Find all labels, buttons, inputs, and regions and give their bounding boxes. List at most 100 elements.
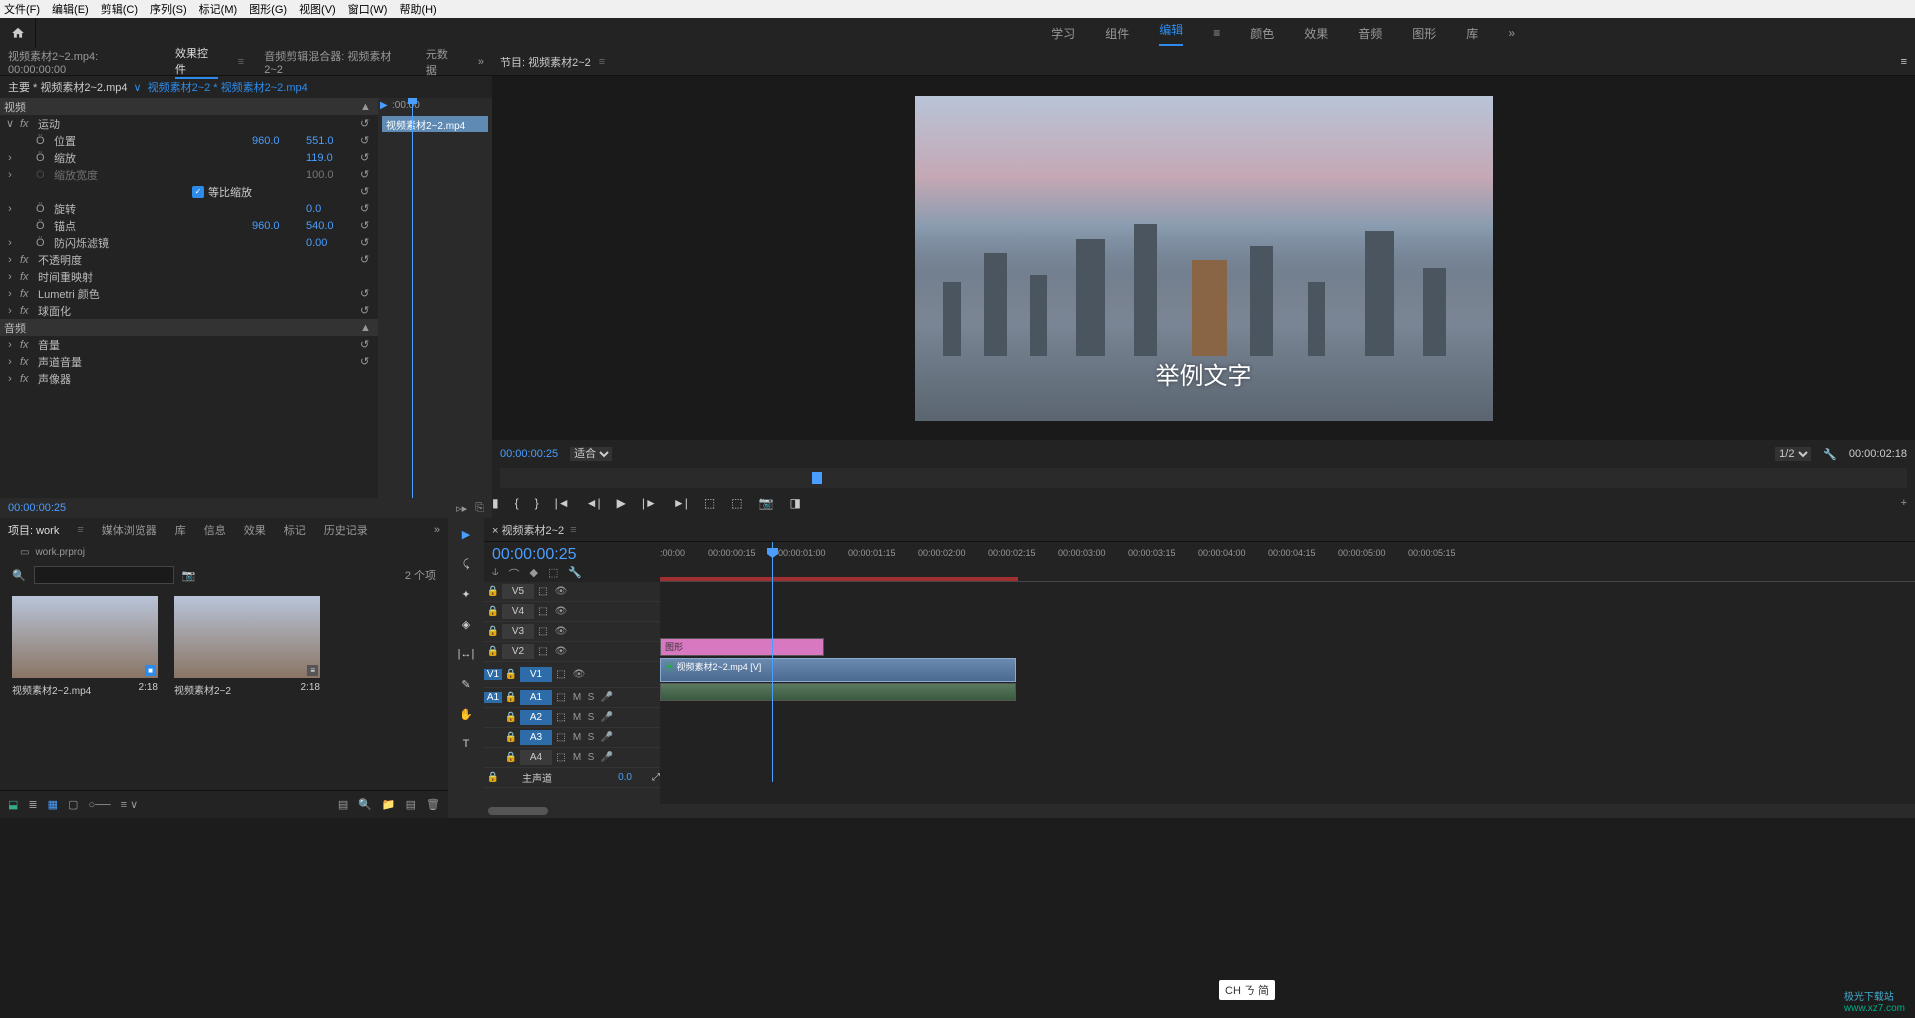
workspace-learning[interactable]: 学习: [1051, 25, 1075, 42]
timeline-sequence-tab[interactable]: × 视频素材2~2: [492, 522, 564, 538]
step-forward-icon[interactable]: |►: [642, 496, 657, 510]
timeline-ruler[interactable]: :00:00 00:00:00:15 00:00:01:00 00:00:01:…: [660, 542, 1915, 582]
channel-volume-row[interactable]: ›fx 声道音量 ↺: [0, 353, 378, 370]
effect-controls-timeline[interactable]: ▶ :00:00 视频素材2~2.mp4: [378, 98, 492, 498]
clip-audio[interactable]: [660, 683, 1016, 701]
find-icon[interactable]: 🔍: [358, 798, 372, 811]
auto-sequence-icon[interactable]: ▤: [338, 798, 348, 811]
tab-source[interactable]: 视频素材2~2.mp4: 00:00:00:00: [8, 48, 155, 76]
tab-audio-mixer[interactable]: 音频剪辑混合器: 视频素材2~2: [264, 48, 406, 76]
ef-timeline-clip[interactable]: 视频素材2~2.mp4: [382, 116, 488, 132]
uniform-scale-checkbox[interactable]: ✓: [192, 186, 204, 198]
workspace-assembly[interactable]: 组件: [1105, 25, 1129, 42]
track-v2[interactable]: 🔒V2⬚👁: [484, 642, 660, 662]
clip-video[interactable]: ▣ 视频素材2~2.mp4 [V]: [660, 658, 1016, 682]
compare-icon[interactable]: ◨: [790, 496, 801, 510]
anchor-property[interactable]: Ö 锚点 960.0 540.0 ↺: [0, 217, 378, 234]
time-remap-row[interactable]: ›fx 时间重映射: [0, 268, 378, 285]
freeform-icon[interactable]: ▢: [68, 798, 78, 811]
razor-tool-icon[interactable]: ◈: [456, 614, 476, 634]
panel-overflow-icon[interactable]: »: [478, 56, 484, 68]
program-timecode[interactable]: 00:00:00:25: [500, 448, 558, 460]
project-item[interactable]: ≡ 视频素材2~22:18: [174, 596, 320, 697]
type-tool-icon[interactable]: T: [456, 734, 476, 754]
workspace-libraries[interactable]: 库: [1466, 25, 1478, 42]
new-item-icon[interactable]: ▤: [406, 798, 416, 811]
track-v4[interactable]: 🔒V4⬚👁: [484, 602, 660, 622]
project-item[interactable]: ■ 视频素材2~2.mp42:18: [12, 596, 158, 697]
mark-clip-icon[interactable]: }: [535, 496, 539, 510]
tab-info[interactable]: 信息: [204, 522, 226, 538]
menu-edit[interactable]: 编辑(E): [52, 1, 89, 17]
timeline-clip-area[interactable]: 图形 ▣ 视频素材2~2.mp4 [V]: [660, 582, 1915, 804]
volume-row[interactable]: ›fx 音量 ↺: [0, 336, 378, 353]
timeline-timecode[interactable]: 00:00:00:25: [492, 546, 652, 564]
position-property[interactable]: Ö 位置 960.0 551.0 ↺: [0, 132, 378, 149]
link-icon[interactable]: ⌒: [509, 566, 520, 582]
panner-row[interactable]: ›fx 声像器: [0, 370, 378, 387]
menu-graphics[interactable]: 图形(G): [249, 1, 287, 17]
program-tab[interactable]: 节目: 视频素材2~2: [500, 54, 591, 70]
ime-badge[interactable]: CH ㄋ 简: [1219, 980, 1275, 1000]
go-to-in-icon[interactable]: |◄: [555, 496, 570, 510]
zoom-slider-icon[interactable]: ○──: [88, 799, 110, 811]
program-scrubber[interactable]: [500, 468, 1907, 488]
menu-sequence[interactable]: 序列(S): [150, 1, 187, 17]
camera-icon[interactable]: 📷: [759, 496, 774, 510]
workspace-color[interactable]: 颜色: [1250, 25, 1274, 42]
track-a3[interactable]: 🔒A3⬚MS🎤: [484, 728, 660, 748]
workspace-editing[interactable]: 编辑: [1159, 21, 1183, 46]
project-overflow-icon[interactable]: »: [434, 524, 440, 536]
tab-history[interactable]: 历史记录: [324, 522, 368, 538]
pen-tool-icon[interactable]: ✎: [456, 674, 476, 694]
track-v5[interactable]: 🔒V5⬚👁: [484, 582, 660, 602]
track-v3[interactable]: 🔒V3⬚👁: [484, 622, 660, 642]
track-master[interactable]: 🔒主声道0.0⤢: [484, 768, 660, 788]
tab-metadata[interactable]: 元数据: [426, 46, 458, 78]
workspace-effects[interactable]: 效果: [1304, 25, 1328, 42]
hand-tool-icon[interactable]: ✋: [456, 704, 476, 724]
menu-view[interactable]: 视图(V): [299, 1, 336, 17]
menu-clip[interactable]: 剪辑(C): [101, 1, 138, 17]
ripple-tool-icon[interactable]: ✦: [456, 584, 476, 604]
write-lock-icon[interactable]: ⬓: [8, 798, 18, 811]
home-button[interactable]: [0, 18, 36, 48]
lumetri-row[interactable]: ›fx Lumetri 颜色 ↺: [0, 285, 378, 302]
tab-project[interactable]: 项目: work: [8, 522, 59, 538]
track-a1[interactable]: A1🔒A1⬚MS🎤: [484, 688, 660, 708]
mark-out-icon[interactable]: {: [515, 496, 519, 510]
rotation-property[interactable]: ›Ö 旋转 0.0 ↺: [0, 200, 378, 217]
uniform-scale-row[interactable]: ✓ 等比缩放 ↺: [0, 183, 378, 200]
mark-in-icon[interactable]: ▮: [492, 496, 499, 510]
motion-effect-row[interactable]: ∨fx 运动 ↺: [0, 115, 378, 132]
go-to-out-icon[interactable]: ►|: [673, 496, 688, 510]
effect-timecode[interactable]: 00:00:00:25: [8, 502, 66, 514]
project-search-input[interactable]: [34, 566, 174, 584]
resolution-dropdown[interactable]: 1/2: [1775, 447, 1811, 461]
fit-dropdown[interactable]: 适合: [570, 447, 612, 461]
timeline-scrollbar[interactable]: [484, 804, 1915, 818]
track-a2[interactable]: 🔒A2⬚MS🎤: [484, 708, 660, 728]
slip-tool-icon[interactable]: |↔|: [456, 644, 476, 664]
play-only-icon[interactable]: ▹▸: [456, 502, 467, 515]
settings-icon[interactable]: ⬚: [548, 566, 558, 582]
antiflicker-property[interactable]: ›Ö 防闪烁滤镜 0.00 ↺: [0, 234, 378, 251]
tab-effect-controls[interactable]: 效果控件: [175, 45, 218, 79]
program-menu-icon[interactable]: ≡: [1901, 56, 1907, 68]
new-bin-icon[interactable]: 📁: [382, 798, 396, 811]
snap-icon[interactable]: ⫝: [492, 566, 499, 582]
workspace-audio[interactable]: 音频: [1358, 25, 1382, 42]
play-icon[interactable]: ▶: [617, 496, 626, 510]
program-monitor[interactable]: 举例文字: [492, 76, 1915, 440]
track-v1[interactable]: V1🔒V1⬚👁: [484, 662, 660, 688]
workspace-overflow-icon[interactable]: »: [1508, 26, 1515, 40]
tab-markers[interactable]: 标记: [284, 522, 306, 538]
clip-graphic[interactable]: 图形: [660, 638, 824, 656]
add-button-icon[interactable]: +: [1901, 497, 1907, 509]
menu-help[interactable]: 帮助(H): [399, 1, 436, 17]
list-view-icon[interactable]: ≣: [28, 798, 37, 811]
export-frame-icon[interactable]: ⎘: [475, 502, 484, 515]
lift-icon[interactable]: ⬚: [704, 496, 715, 510]
track-a4[interactable]: 🔒A4⬚MS🎤: [484, 748, 660, 768]
menu-file[interactable]: 文件(F): [4, 1, 40, 17]
